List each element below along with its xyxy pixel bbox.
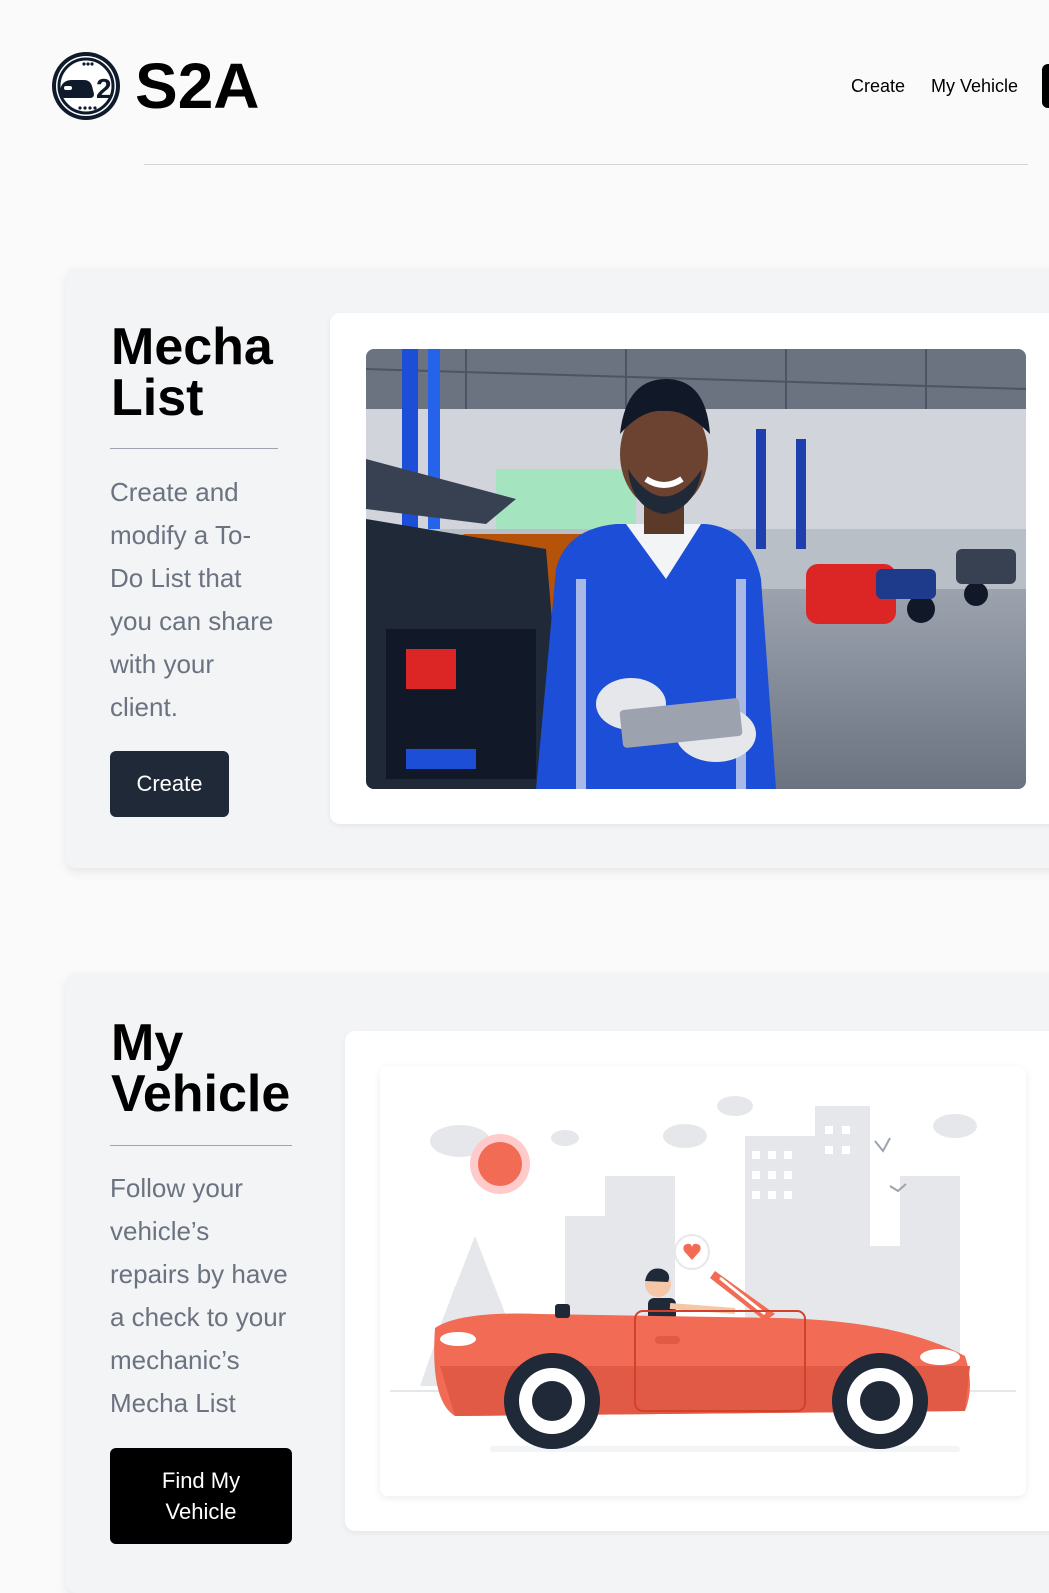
desc-line: you can share — [110, 606, 274, 636]
my-vehicle-title: My Vehicle — [111, 1017, 291, 1123]
car-illustration — [380, 1066, 1026, 1496]
title-line: List — [111, 369, 204, 427]
mecha-list-description: Create and modify a To- Do List that you… — [110, 471, 310, 729]
title-line: My — [111, 1014, 184, 1072]
mecha-list-card: Mecha List Create and modify a To- Do Li… — [66, 268, 1049, 868]
desc-line: Follow your — [110, 1173, 243, 1203]
nav-create-link[interactable]: Create — [851, 74, 905, 98]
my-vehicle-description: Follow your vehicle’s repairs by have a … — [110, 1167, 320, 1425]
logo-number: 2 — [96, 73, 112, 104]
nav-account-button[interactable] — [1042, 64, 1049, 108]
desc-line: modify a To- — [110, 520, 252, 550]
desc-line: client. — [110, 692, 178, 722]
mechanic-photo — [366, 349, 1026, 789]
desc-line: a check to your — [110, 1302, 287, 1332]
title-line: Mecha — [111, 318, 273, 376]
desc-line: repairs by have — [110, 1259, 288, 1289]
header-divider — [144, 164, 1028, 165]
nav-my-vehicle-link[interactable]: My Vehicle — [931, 74, 1018, 98]
button-line: Vehicle — [165, 1499, 237, 1524]
title-line: Vehicle — [111, 1065, 291, 1123]
brand-name[interactable]: S2A — [135, 50, 260, 122]
desc-line: vehicle’s — [110, 1216, 210, 1246]
title-rule — [110, 1145, 292, 1146]
desc-line: mechanic’s — [110, 1345, 240, 1375]
mechanic-photo-frame — [330, 313, 1049, 824]
find-my-vehicle-button[interactable]: Find My Vehicle — [110, 1448, 292, 1544]
s2a-logo[interactable]: 2 — [50, 50, 122, 122]
desc-line: with your — [110, 649, 215, 679]
desc-line: Create and — [110, 477, 239, 507]
my-vehicle-card: My Vehicle Follow your vehicle’s repairs… — [66, 973, 1049, 1593]
desc-line: Mecha List — [110, 1388, 236, 1418]
mecha-list-title: Mecha List — [111, 321, 273, 427]
button-line: Find My — [161, 1468, 241, 1493]
desc-line: Do List that — [110, 563, 242, 593]
car-illustration-frame — [345, 1031, 1049, 1531]
create-button[interactable]: Create — [110, 751, 229, 817]
title-rule — [110, 448, 278, 449]
